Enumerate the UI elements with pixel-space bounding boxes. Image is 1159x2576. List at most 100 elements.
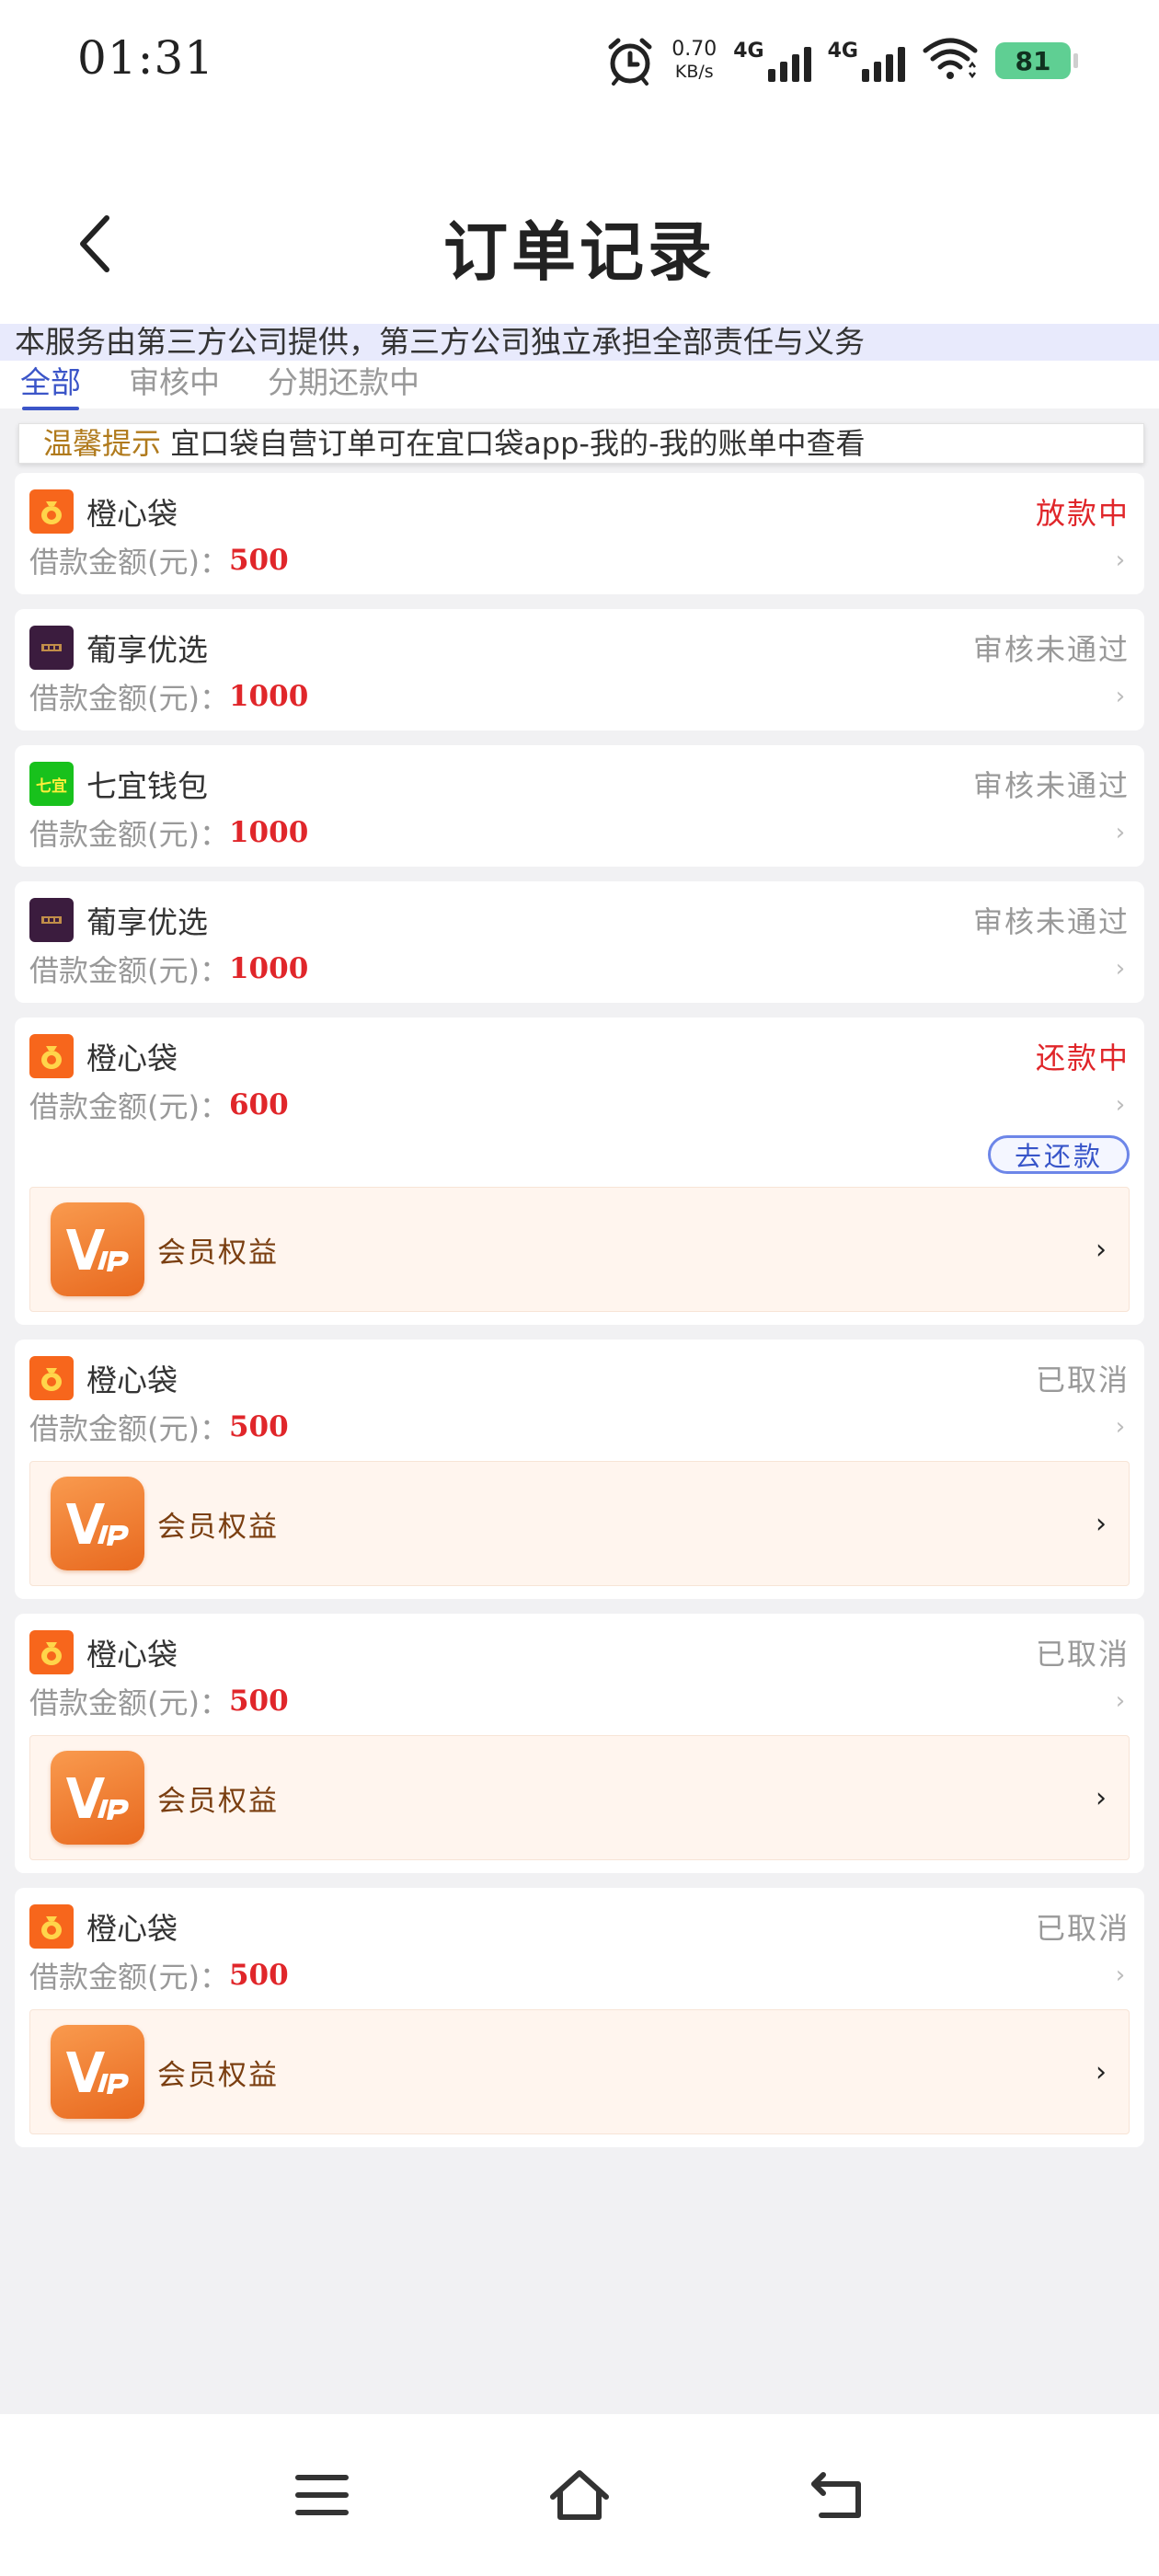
orange-bag-icon <box>29 1904 74 1949</box>
order-status: 已取消 <box>1035 1637 1130 1672</box>
filter-tabs: 全部 审核中 分期还款中 <box>0 361 1159 410</box>
signal-2: 4G <box>828 40 905 82</box>
amount-value: 1000 <box>228 952 309 985</box>
lender-name: 橙心袋 <box>86 1637 178 1673</box>
vip-label: 会员权益 <box>157 1784 279 1818</box>
vip-icon <box>51 1751 144 1845</box>
tab-installment[interactable]: 分期还款中 <box>268 361 419 408</box>
order-card[interactable]: 葡享优选 审核未通过 借款金额(元)： 1000 › <box>15 609 1144 730</box>
tab-reviewing[interactable]: 审核中 <box>129 361 220 408</box>
chevron-right-icon: › <box>1115 819 1126 846</box>
vip-label: 会员权益 <box>157 2058 279 2092</box>
alarm-clock-icon <box>605 36 655 86</box>
battery-indicator: 81 <box>995 42 1078 79</box>
order-status: 审核未通过 <box>972 768 1130 803</box>
order-card[interactable]: 橙心袋 已取消 借款金额(元)： 500 › 会员权益 › <box>15 1614 1144 1873</box>
purple-brand-icon <box>29 626 74 670</box>
amount-label: 借款金额(元)： <box>29 545 229 580</box>
amount-label: 借款金额(元)： <box>29 953 229 988</box>
amount-value: 500 <box>228 1685 289 1718</box>
vip-benefits-banner[interactable]: 会员权益 › <box>29 1461 1130 1586</box>
orange-bag-icon <box>29 1630 74 1674</box>
order-status: 还款中 <box>1035 1041 1130 1075</box>
network-speed-unit: KB/s <box>674 62 714 82</box>
chevron-right-icon: › <box>1096 1507 1107 1540</box>
amount-value: 500 <box>228 1959 289 1992</box>
return-icon <box>811 2472 861 2518</box>
status-time: 01:31 <box>77 31 215 85</box>
amount-label: 借款金额(元)： <box>29 1089 229 1124</box>
system-nav-bar <box>0 2414 1159 2576</box>
order-card[interactable]: 七宜 七宜钱包 审核未通过 借款金额(元)： 1000 › <box>15 745 1144 867</box>
repay-button[interactable]: 去还款 <box>987 1135 1130 1174</box>
menu-button[interactable] <box>285 2458 359 2532</box>
page-title: 订单记录 <box>443 214 716 290</box>
vip-label: 会员权益 <box>157 1236 279 1270</box>
wifi-icon <box>922 36 979 86</box>
network-speed-value: 0.70 <box>671 38 717 61</box>
signal-bars-icon <box>767 40 811 82</box>
amount-label: 借款金额(元)： <box>29 817 229 852</box>
order-status: 审核未通过 <box>972 632 1130 667</box>
order-status: 审核未通过 <box>972 904 1130 939</box>
orange-bag-icon <box>29 489 74 534</box>
vip-benefits-banner[interactable]: 会员权益 › <box>29 1735 1130 1860</box>
tip-text: 宜口袋自营订单可在宜口袋app-我的-我的账单中查看 <box>170 426 866 461</box>
chevron-right-icon: › <box>1115 1413 1126 1441</box>
chevron-right-icon: › <box>1115 1687 1126 1715</box>
lender-name: 橙心袋 <box>86 496 178 532</box>
vip-label: 会员权益 <box>157 1510 279 1544</box>
chevron-right-icon: › <box>1096 1233 1107 1266</box>
order-list: 橙心袋 放款中 借款金额(元)： 500 › 葡享优选 审核未通过 借款金额(元… <box>15 473 1144 2162</box>
lender-name: 橙心袋 <box>86 1041 178 1076</box>
order-card[interactable]: 橙心袋 已取消 借款金额(元)： 500 › 会员权益 › <box>15 1888 1144 2147</box>
tab-all[interactable]: 全部 <box>20 361 81 410</box>
green-brand-icon: 七宜 <box>29 762 74 806</box>
vip-benefits-banner[interactable]: 会员权益 › <box>29 1187 1130 1312</box>
home-button[interactable] <box>543 2458 616 2532</box>
network-speed: 0.70 KB/s <box>671 39 717 83</box>
order-card[interactable]: 橙心袋 已取消 借款金额(元)： 500 › 会员权益 › <box>15 1340 1144 1599</box>
lender-name: 橙心袋 <box>86 1363 178 1398</box>
order-status: 放款中 <box>1035 496 1130 531</box>
amount-label: 借款金额(元)： <box>29 1411 229 1446</box>
amount-value: 500 <box>228 1410 289 1443</box>
tip-bar: 温馨提示 宜口袋自营订单可在宜口袋app-我的-我的账单中查看 <box>18 423 1144 464</box>
amount-value: 1000 <box>228 680 309 713</box>
lender-name: 葡享优选 <box>86 632 208 668</box>
network-type-label: 4G <box>733 40 764 63</box>
lender-name: 葡享优选 <box>86 904 208 940</box>
status-bar: 01:31 0.70 KB/s 4G 4G 81 <box>0 0 1159 120</box>
order-status: 已取消 <box>1035 1363 1130 1397</box>
back-nav-button[interactable] <box>800 2458 874 2532</box>
chevron-right-icon: › <box>1115 1091 1126 1119</box>
vip-icon <box>51 1477 144 1570</box>
vip-icon <box>51 2025 144 2119</box>
lender-name: 七宜钱包 <box>86 768 208 804</box>
chevron-right-icon: › <box>1115 1961 1126 1989</box>
page-header: 订单记录 <box>0 120 1159 324</box>
purple-brand-icon <box>29 898 74 942</box>
amount-label: 借款金额(元)： <box>29 1685 229 1720</box>
vip-benefits-banner[interactable]: 会员权益 › <box>29 2009 1130 2134</box>
order-card[interactable]: 橙心袋 还款中 借款金额(元)： 600 › 去还款 会员权益 › <box>15 1018 1144 1325</box>
amount-label: 借款金额(元)： <box>29 1960 229 1995</box>
chevron-right-icon: › <box>1115 683 1126 710</box>
order-status: 已取消 <box>1035 1911 1130 1946</box>
service-notice: 本服务由第三方公司提供，第三方公司独立承担全部责任与义务 <box>0 324 1159 361</box>
amount-value: 600 <box>228 1088 289 1121</box>
vip-icon <box>51 1202 144 1296</box>
network-type-label: 4G <box>827 40 858 63</box>
order-card[interactable]: 葡享优选 审核未通过 借款金额(元)： 1000 › <box>15 881 1144 1003</box>
chevron-right-icon: › <box>1115 546 1126 574</box>
amount-value: 1000 <box>228 816 309 849</box>
home-icon <box>550 2470 609 2520</box>
order-card[interactable]: 橙心袋 放款中 借款金额(元)： 500 › <box>15 473 1144 594</box>
lender-name: 橙心袋 <box>86 1911 178 1947</box>
status-icons: 0.70 KB/s 4G 4G 81 <box>605 33 1078 88</box>
orange-bag-icon <box>29 1356 74 1400</box>
menu-icon <box>295 2475 349 2515</box>
signal-bars-icon <box>862 40 905 82</box>
signal-1: 4G <box>733 40 811 82</box>
chevron-right-icon: › <box>1115 955 1126 983</box>
